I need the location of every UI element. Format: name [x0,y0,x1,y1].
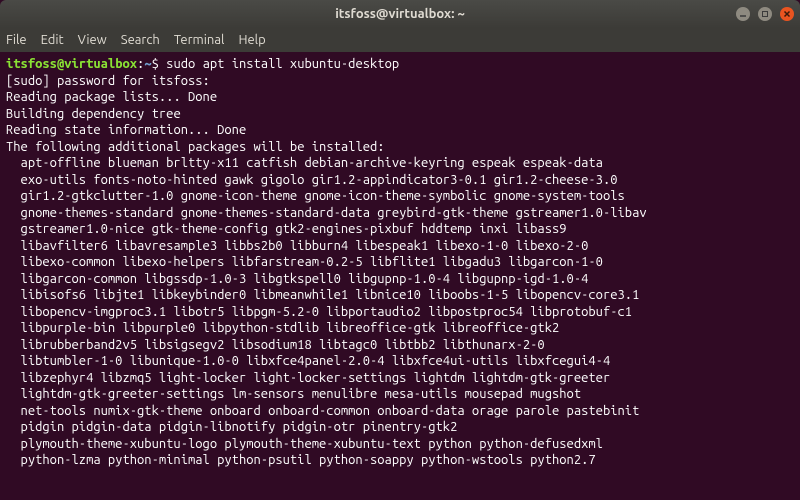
close-button[interactable] [780,7,794,21]
menu-view[interactable]: View [78,33,107,47]
prompt-userhost: itsfoss@virtualbox [6,57,137,71]
package-line: gir1.2-gtkclutter-1.0 gnome-icon-theme g… [6,188,794,205]
output-line: Reading package lists... Done [6,90,217,104]
package-line: apt-offline blueman brltty-x11 catfish d… [6,155,794,172]
package-line: libexo-common libexo-helpers libfarstrea… [6,254,794,271]
output-line: Reading state information... Done [6,123,246,137]
menu-help[interactable]: Help [238,33,265,47]
package-line: python-lzma python-minimal python-psutil… [6,452,794,469]
package-line: pidgin pidgin-data pidgin-libnotify pidg… [6,419,794,436]
package-line: gnome-themes-standard gnome-themes-stand… [6,205,794,222]
package-line: libtumbler-1-0 libunique-1.0-0 libxfce4p… [6,353,794,370]
command-text: sudo apt install xubuntu-desktop [166,57,399,71]
package-line: libpurple-bin libpurple0 libpython-stdli… [6,320,794,337]
package-line: lightdm-gtk-greeter-settings lm-sensors … [6,386,794,403]
window-controls [736,7,794,21]
output-line: Building dependency tree [6,107,181,121]
output-line: [sudo] password for itsfoss: [6,74,210,88]
maximize-button[interactable] [758,7,772,21]
menu-edit[interactable]: Edit [41,33,64,47]
package-line: gstreamer1.0-nice gtk-theme-config gtk2-… [6,221,794,238]
window-title: itsfoss@virtualbox: ~ [0,7,800,21]
menu-file[interactable]: File [6,33,27,47]
prompt-path: ~ [144,57,151,71]
menu-terminal[interactable]: Terminal [174,33,225,47]
package-line: libopencv-imgproc3.1 libotr5 libpgm-5.2-… [6,304,794,321]
package-line: librubberband2v5 libsigsegv2 libsodium18… [6,337,794,354]
minimize-button[interactable] [736,7,750,21]
prompt-dollar: $ [152,57,159,71]
close-icon [783,10,791,18]
package-line: libavfilter6 libavresample3 libbs2b0 lib… [6,238,794,255]
maximize-icon [761,10,769,18]
titlebar[interactable]: itsfoss@virtualbox: ~ [0,0,800,28]
package-line: net-tools numix-gtk-theme onboard onboar… [6,403,794,420]
menubar: File Edit View Search Terminal Help [0,28,800,52]
output-line: The following additional packages will b… [6,140,385,154]
package-line: libgarcon-common libgssdp-1.0-3 libgtksp… [6,271,794,288]
package-line: libisofs6 libjte1 libkeybinder0 libmeanw… [6,287,794,304]
minimize-icon [739,10,747,18]
package-line: libzephyr4 libzmq5 light-locker light-lo… [6,370,794,387]
terminal-window: itsfoss@virtualbox: ~ File Edit View Sea… [0,0,800,500]
package-line: exo-utils fonts-noto-hinted gawk gigolo … [6,172,794,189]
package-line: plymouth-theme-xubuntu-logo plymouth-the… [6,436,794,453]
menu-search[interactable]: Search [121,33,160,47]
terminal-output[interactable]: itsfoss@virtualbox:~$ sudo apt install x… [0,52,800,500]
